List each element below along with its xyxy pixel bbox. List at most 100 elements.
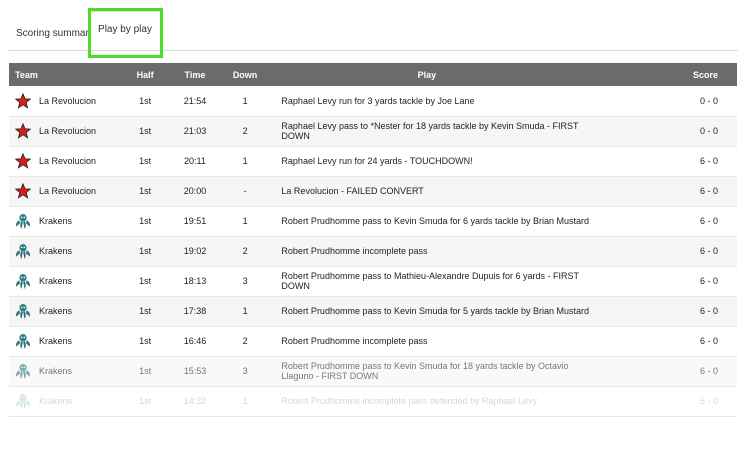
play-cell: Raphael Levy run for 24 yards - TOUCHDOW… — [281, 156, 473, 166]
kraken-icon — [15, 333, 31, 349]
down-cell: 2 — [242, 126, 248, 136]
half-cell: 1st — [139, 95, 152, 106]
table-row[interactable]: La Revolucion 1st 21:03 2 Raphael Levy pass … — [9, 116, 737, 146]
play-cell: Robert Prudhomme pass to Kevin Smuda for… — [281, 361, 569, 381]
header-time[interactable]: Time — [164, 63, 225, 86]
team-cell: La Revolucion — [9, 86, 126, 116]
table-row[interactable]: Krakens 1st 19:02 2 Robert Prudhomme incompl… — [9, 236, 737, 266]
table-row[interactable]: Krakens 1st 14:32 1 Robert Prudhomme incompl… — [9, 386, 737, 416]
score-cell: 6 - 0 — [699, 396, 718, 406]
red-star-icon — [14, 92, 32, 109]
kraken-icon — [15, 393, 31, 409]
team-cell: Krakens — [9, 386, 126, 416]
team-cell: Krakens — [9, 356, 126, 386]
down-cell: 1 — [242, 95, 248, 106]
team-name: Krakens — [39, 276, 73, 286]
header-play[interactable]: Play — [264, 63, 589, 86]
down-cell: 1 — [242, 396, 248, 406]
team-cell: La Revolucion — [9, 176, 126, 206]
team-cell: Krakens — [9, 326, 126, 356]
time-cell: 14:32 — [183, 396, 207, 406]
half-cell: 1st — [139, 216, 152, 226]
score-cell: 6 - 0 — [699, 186, 718, 196]
down-cell: - — [243, 186, 247, 196]
tab-play-by-play[interactable]: Play by play — [89, 11, 161, 49]
red-star-icon — [14, 152, 32, 169]
table-row[interactable]: La Revolucion 1st 21:54 1 Raphael Levy run f… — [9, 86, 737, 116]
play-cell: Raphael Levy pass to *Nester for 18 yard… — [281, 121, 579, 141]
red-star-icon — [14, 182, 32, 199]
kraken-icon — [15, 213, 31, 229]
down-cell: 1 — [242, 216, 248, 226]
table-row[interactable]: Krakens 1st 18:13 3 Robert Prudhomme pass to… — [9, 266, 737, 296]
play-cell: Robert Prudhomme pass to Kevin Smuda for… — [281, 216, 590, 226]
kraken-icon — [15, 363, 31, 379]
table-row[interactable]: Krakens 1st 19:51 1 Robert Prudhomme pass to… — [9, 206, 737, 236]
play-cell: Robert Prudhomme incomplete pass — [281, 336, 428, 346]
table-row[interactable]: La Revolucion 1st 20:00 - La Revolucion - FA… — [9, 176, 737, 206]
half-cell: 1st — [139, 276, 152, 286]
play-by-play-table: Team Half Time Down Play Score La Revolu… — [9, 63, 737, 417]
kraken-icon — [15, 273, 31, 289]
down-cell: 1 — [242, 156, 248, 166]
header-team[interactable]: Team — [9, 63, 126, 86]
team-name: La Revolucion — [39, 126, 97, 136]
play-cell: Robert Prudhomme incomplete pass — [281, 246, 428, 256]
down-cell: 1 — [242, 306, 248, 316]
half-cell: 1st — [139, 126, 152, 136]
down-cell: 3 — [242, 276, 248, 286]
team-cell: Krakens — [9, 296, 126, 326]
team-name: Krakens — [39, 366, 73, 376]
table-row[interactable]: Krakens 1st 16:46 2 Robert Prudhomme incompl… — [9, 326, 737, 356]
play-cell: La Revolucion - FAILED CONVERT — [281, 186, 424, 196]
half-cell: 1st — [139, 396, 152, 406]
time-cell: 19:51 — [183, 216, 207, 226]
team-name: Krakens — [39, 306, 73, 316]
header-half[interactable]: Half — [126, 63, 164, 86]
score-cell: 6 - 0 — [699, 336, 718, 346]
red-star-icon — [14, 122, 32, 139]
table-row[interactable]: Krakens 1st 17:38 1 Robert Prudhomme pass to… — [9, 296, 737, 326]
score-cell: 6 - 0 — [699, 246, 718, 256]
tab-scoring-summary[interactable]: Scoring summary — [16, 28, 94, 39]
team-cell: La Revolucion — [9, 116, 126, 146]
down-cell: 2 — [242, 246, 248, 256]
score-cell: 6 - 0 — [699, 366, 718, 376]
time-cell: 17:38 — [183, 306, 207, 316]
table-header-row: Team Half Time Down Play Score — [9, 63, 737, 86]
score-cell: 6 - 0 — [699, 306, 718, 316]
kraken-icon — [15, 243, 31, 259]
half-cell: 1st — [139, 246, 152, 256]
tab-bar: Scoring summary Play by play — [8, 10, 738, 51]
team-cell: Krakens — [9, 206, 126, 236]
half-cell: 1st — [139, 186, 152, 196]
kraken-icon — [15, 303, 31, 319]
score-cell: 6 - 0 — [699, 156, 718, 166]
half-cell: 1st — [139, 336, 152, 346]
play-cell: Robert Prudhomme pass to Kevin Smuda for… — [281, 306, 590, 316]
play-cell: Raphael Levy run for 3 yards tackle by J… — [281, 95, 475, 106]
team-name: La Revolucion — [39, 95, 97, 106]
time-cell: 19:02 — [183, 246, 207, 256]
table-row[interactable]: La Revolucion 1st 20:11 1 Raphael Levy run f… — [9, 146, 737, 176]
team-cell: Krakens — [9, 266, 126, 296]
down-cell: 3 — [242, 366, 248, 376]
time-cell: 20:11 — [184, 156, 206, 166]
time-cell: 20:00 — [183, 186, 207, 196]
header-score[interactable]: Score — [589, 63, 737, 86]
team-name: Krakens — [39, 396, 73, 406]
table-row[interactable]: Krakens 1st 15:53 3 Robert Prudhomme pass to… — [9, 356, 737, 386]
team-name: Krakens — [39, 246, 73, 256]
time-cell: 18:13 — [183, 276, 207, 286]
team-name: Krakens — [39, 216, 73, 226]
header-down[interactable]: Down — [226, 63, 265, 86]
score-cell: 0 - 0 — [699, 126, 718, 136]
team-cell: La Revolucion — [9, 146, 126, 176]
team-name: Krakens — [39, 336, 73, 346]
score-cell: 6 - 0 — [699, 276, 718, 286]
half-cell: 1st — [139, 366, 152, 376]
play-cell: Robert Prudhomme incomplete pass defende… — [281, 396, 538, 406]
time-cell: 16:46 — [183, 336, 207, 346]
time-cell: 21:03 — [183, 126, 207, 136]
team-name: La Revolucion — [39, 156, 97, 166]
